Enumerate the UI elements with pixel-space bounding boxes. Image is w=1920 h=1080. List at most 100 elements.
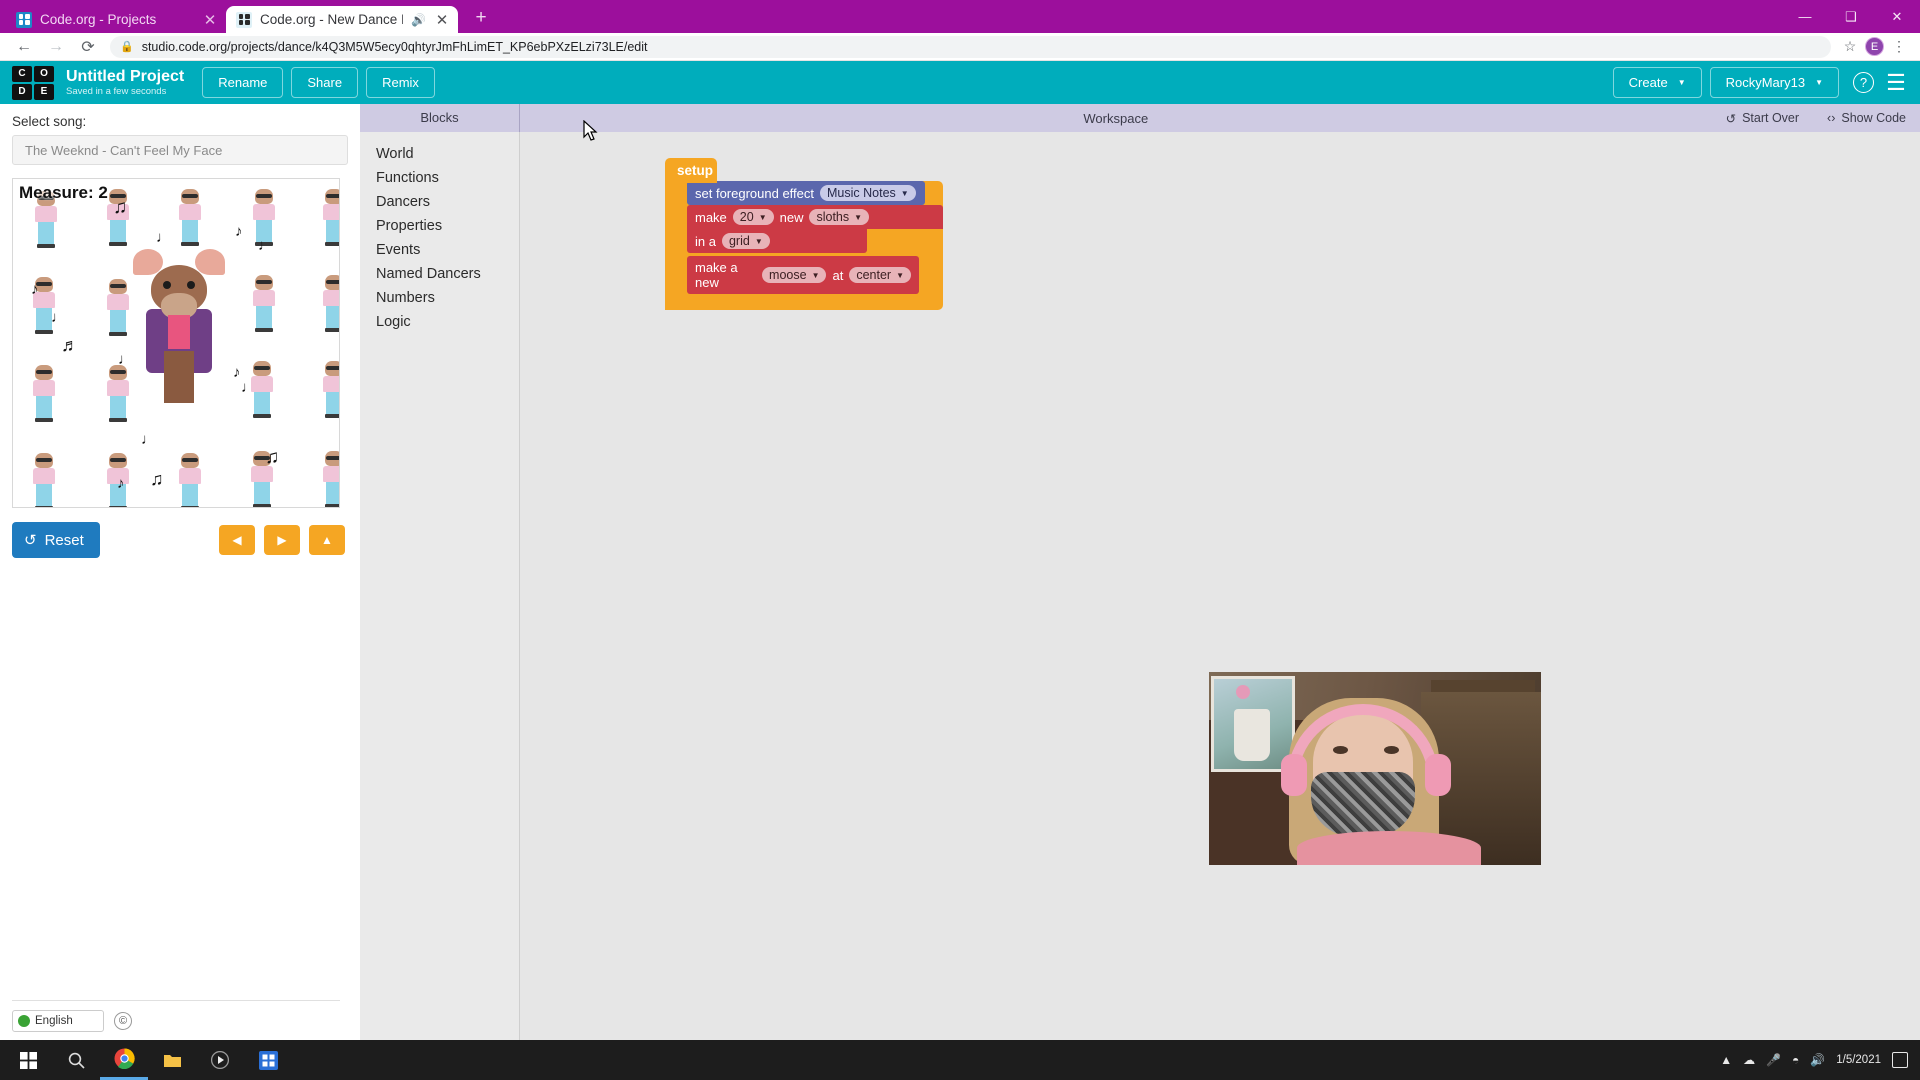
- layout-dropdown[interactable]: grid ▼: [721, 233, 770, 249]
- setup-block-stack[interactable]: setup set foreground effect Music Notes …: [665, 158, 943, 310]
- dancer-dropdown[interactable]: moose ▼: [762, 267, 827, 283]
- set-foreground-effect-block[interactable]: set foreground effect Music Notes ▼: [687, 181, 925, 205]
- copyright-icon[interactable]: ©: [114, 1012, 132, 1030]
- dancer-type-dropdown[interactable]: sloths ▼: [809, 209, 870, 225]
- song-label: Select song:: [12, 114, 87, 129]
- dancer-type-value: sloths: [816, 210, 850, 224]
- chrome-icon[interactable]: [100, 1040, 148, 1080]
- tab-title: Code.org - Projects: [40, 12, 157, 27]
- codeorg-logo[interactable]: C O D E: [12, 65, 54, 100]
- palette-item-properties[interactable]: Properties: [360, 214, 519, 238]
- palette-item-named-dancers[interactable]: Named Dancers: [360, 262, 519, 286]
- palette-item-dancers[interactable]: Dancers: [360, 190, 519, 214]
- close-icon[interactable]: ✕: [1874, 0, 1920, 33]
- hamburger-menu-icon[interactable]: ☰: [1884, 70, 1908, 96]
- tab-workspace[interactable]: Workspace: [520, 111, 1712, 126]
- make-new-dancers-block[interactable]: make 20 ▼ new sloths ▼: [687, 205, 943, 229]
- avatar[interactable]: E: [1865, 37, 1884, 56]
- remix-button[interactable]: Remix: [366, 67, 435, 98]
- mouse-cursor: [583, 120, 598, 141]
- chevron-up-icon[interactable]: ▲: [1720, 1053, 1732, 1067]
- wifi-icon[interactable]: ◓: [1792, 1053, 1799, 1067]
- back-icon[interactable]: ←: [8, 38, 40, 56]
- speaker-icon[interactable]: 🔊: [411, 13, 426, 27]
- layout-row[interactable]: in a grid ▼: [687, 229, 867, 253]
- mic-icon[interactable]: 🎤: [1766, 1053, 1781, 1067]
- measure-readout: Measure: 2: [19, 183, 108, 203]
- maximize-icon[interactable]: ❑: [1828, 0, 1874, 33]
- logo-letter: E: [34, 83, 54, 100]
- clock[interactable]: 1/5/2021: [1836, 1054, 1881, 1067]
- reset-button[interactable]: ↺ Reset: [12, 522, 100, 558]
- cloud-icon[interactable]: ☁: [1743, 1053, 1755, 1067]
- forward-icon[interactable]: →: [40, 38, 72, 56]
- webcam-overlay[interactable]: [1209, 672, 1541, 865]
- user-menu-button[interactable]: RockyMary13 ▼: [1709, 67, 1839, 98]
- palette-item-world[interactable]: World: [360, 142, 519, 166]
- dancer-sprite: [175, 453, 205, 507]
- search-icon[interactable]: [52, 1040, 100, 1080]
- start-button[interactable]: [4, 1040, 52, 1080]
- browser-tab-projects[interactable]: Code.org - Projects ✕: [6, 6, 226, 33]
- make-a-new-dancer-block[interactable]: make a new moose ▼ at center ▼: [687, 256, 919, 294]
- count-dropdown[interactable]: 20 ▼: [732, 209, 774, 225]
- effect-value: Music Notes: [827, 186, 896, 200]
- music-note-icon: ♪: [31, 281, 39, 298]
- new-label: new: [779, 209, 804, 225]
- chevron-down-icon: ▼: [758, 212, 767, 222]
- visualization-panel: Select song: The Weeknd - Can't Feel My …: [0, 104, 360, 1040]
- explorer-icon[interactable]: [148, 1040, 196, 1080]
- start-over-button[interactable]: ↺ Start Over: [1712, 111, 1813, 126]
- username-label: RockyMary13: [1725, 75, 1806, 90]
- music-note-icon: ♪: [233, 364, 241, 381]
- reload-icon[interactable]: ⟳: [72, 37, 104, 57]
- store-icon[interactable]: [244, 1040, 292, 1080]
- notifications-icon[interactable]: [1892, 1052, 1908, 1068]
- music-note-icon: ♩: [141, 431, 156, 448]
- start-over-label: Start Over: [1742, 111, 1800, 125]
- create-menu-button[interactable]: Create ▼: [1612, 67, 1702, 98]
- palette-item-numbers[interactable]: Numbers: [360, 286, 519, 310]
- show-code-button[interactable]: ‹› Show Code: [1813, 111, 1920, 125]
- dancer-sprite: [319, 189, 339, 246]
- taskbar: ▲ ☁ 🎤 ◓ 🔊 1/5/2021: [0, 1040, 1920, 1080]
- address-bar[interactable]: 🔒 studio.code.org/projects/dance/k4Q3M5W…: [110, 35, 1831, 58]
- globe-icon: [18, 1015, 30, 1027]
- project-meta: Untitled Project Saved in a few seconds: [66, 68, 184, 98]
- play-button[interactable]: ▶: [264, 525, 300, 555]
- position-dropdown[interactable]: center ▼: [849, 267, 911, 283]
- browser-menu-icon[interactable]: ⋮: [1886, 38, 1912, 55]
- tab-blocks[interactable]: Blocks: [360, 104, 520, 132]
- step-back-button[interactable]: ◀: [219, 525, 255, 555]
- close-icon[interactable]: ✕: [202, 11, 218, 29]
- blockly-canvas[interactable]: setup set foreground effect Music Notes …: [520, 132, 1920, 1040]
- palette-item-functions[interactable]: Functions: [360, 166, 519, 190]
- help-icon[interactable]: ?: [1853, 72, 1874, 93]
- new-tab-button[interactable]: +: [468, 7, 494, 29]
- music-note-icon: ♫: [265, 447, 280, 468]
- palette-item-events[interactable]: Events: [360, 238, 519, 262]
- effect-dropdown[interactable]: Music Notes ▼: [820, 185, 916, 201]
- minimize-icon[interactable]: —: [1782, 0, 1828, 33]
- media-icon[interactable]: [196, 1040, 244, 1080]
- reset-icon: ↺: [24, 532, 37, 549]
- setup-block-label[interactable]: setup: [665, 158, 717, 183]
- window-controls: — ❑ ✕: [1782, 0, 1920, 33]
- chevron-down-icon: ▼: [1815, 78, 1823, 87]
- vase: [1234, 709, 1270, 761]
- rename-button[interactable]: Rename: [202, 67, 284, 98]
- codeorg-icon: [236, 11, 252, 28]
- workspace-panel: Blocks Workspace ↺ Start Over ‹› Show Co…: [360, 104, 1920, 1040]
- playback-controls: ↺ Reset ◀ ▶ ▲: [12, 522, 348, 558]
- music-note-icon: ♫: [113, 197, 128, 218]
- volume-icon[interactable]: 🔊: [1810, 1053, 1825, 1067]
- language-select[interactable]: English: [12, 1010, 104, 1032]
- share-button[interactable]: Share: [291, 67, 359, 98]
- step-up-button[interactable]: ▲: [309, 525, 345, 555]
- song-select[interactable]: The Weeknd - Can't Feel My Face: [12, 135, 348, 165]
- browser-tab-dance-lab[interactable]: Code.org - New Dance Lab P 🔊 ✕: [226, 6, 458, 33]
- dance-stage[interactable]: Measure: 2 ♫ ♩ ♪ ♩ ♪ ♩ ♬ ♩ ♪ ♩ ♩ ♪ ♫ ♫: [12, 178, 340, 508]
- bookmark-star-icon[interactable]: ☆: [1837, 38, 1863, 55]
- close-icon[interactable]: ✕: [434, 11, 450, 29]
- palette-item-logic[interactable]: Logic: [360, 310, 519, 334]
